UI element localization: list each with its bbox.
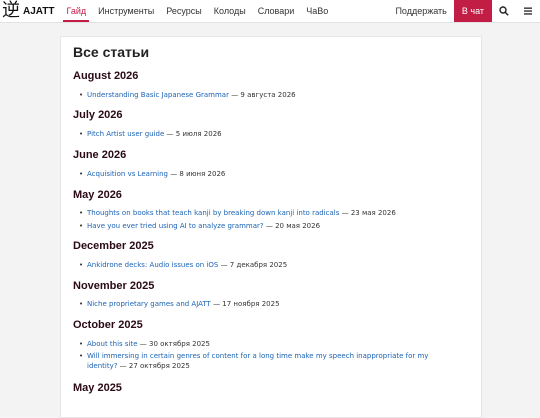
bullet: • — [79, 340, 84, 348]
article-link[interactable]: Ankidrone decks: Audio issues on iOS — [87, 261, 218, 269]
article-link[interactable]: Acquisition vs Learning — [87, 170, 168, 178]
search-icon — [499, 6, 509, 16]
month-heading: May 2026 — [73, 189, 122, 201]
logo-glyph: 逆 — [2, 0, 20, 21]
month-heading: October 2025 — [73, 319, 143, 331]
nav-link-tools[interactable]: Инструменты — [92, 0, 160, 22]
bullet: • — [79, 300, 84, 308]
search-button[interactable] — [492, 0, 516, 22]
site-logo[interactable]: 逆 AJATT — [0, 0, 54, 22]
support-link[interactable]: Поддержать — [388, 0, 453, 22]
article-date: — 20 мая 2026 — [265, 222, 321, 230]
article-date: — 5 июля 2026 — [166, 130, 222, 138]
article-link[interactable]: Understanding Basic Japanese Grammar — [87, 91, 229, 99]
article-date: — 8 июня 2026 — [170, 170, 226, 178]
bullet: • — [79, 130, 84, 138]
logo-text: AJATT — [23, 5, 55, 17]
article-link[interactable]: Niche proprietary games and AJATT — [87, 300, 211, 308]
article-link[interactable]: Have you ever tried using AI to analyze … — [87, 222, 264, 230]
hamburger-icon — [524, 7, 532, 15]
bullet: • — [79, 222, 84, 230]
bullet: • — [79, 170, 84, 178]
chat-button[interactable]: В чат — [453, 0, 492, 22]
article-link[interactable]: Thoughts on books that teach kanji by br… — [87, 209, 339, 217]
nav-link-resources[interactable]: Ресурсы — [160, 0, 208, 22]
nav-link-guide[interactable]: Гайд — [60, 0, 92, 22]
article-date: — 9 августа 2026 — [231, 91, 296, 99]
bullet: • — [79, 352, 84, 360]
nav-link-faq[interactable]: ЧаВо — [300, 0, 334, 22]
top-navbar: 逆 AJATT Гайд Инструменты Ресурсы Колоды … — [0, 0, 540, 23]
nav-link-decks[interactable]: Колоды — [208, 0, 252, 22]
nav-link-dictionaries[interactable]: Словари — [252, 0, 301, 22]
month-heading: August 2026 — [73, 70, 139, 82]
month-heading: June 2026 — [73, 149, 127, 161]
page-title: Все статьи — [73, 44, 150, 60]
article-date: — 30 октября 2025 — [139, 340, 210, 348]
article-link[interactable]: Pitch Artist user guide — [87, 130, 164, 138]
bullet: • — [79, 209, 84, 217]
article-date: — 7 декабря 2025 — [220, 261, 288, 269]
bullet: • — [79, 91, 84, 99]
bullet: • — [79, 261, 84, 269]
month-heading: May 2025 — [73, 382, 122, 394]
month-heading: December 2025 — [73, 240, 154, 252]
menu-button[interactable] — [516, 0, 540, 22]
month-heading: July 2026 — [73, 109, 123, 121]
article-date: — 27 октября 2025 — [119, 362, 190, 370]
article-date: — 23 мая 2026 — [341, 209, 396, 217]
article-date: — 17 ноября 2025 — [213, 300, 280, 308]
month-heading: November 2025 — [73, 280, 155, 292]
article-link[interactable]: About this site — [87, 340, 138, 348]
